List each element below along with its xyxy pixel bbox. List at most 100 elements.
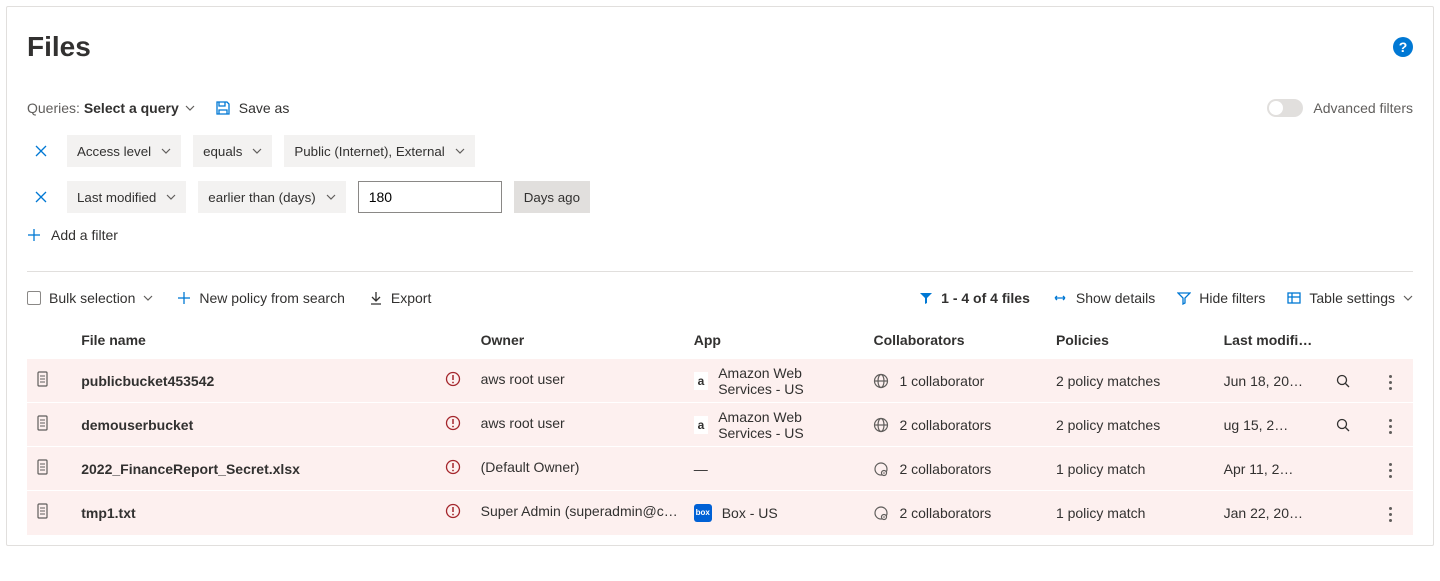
col-file-name[interactable]: File name xyxy=(73,322,437,359)
queries-picker[interactable]: Queries: Select a query xyxy=(27,100,195,116)
chevron-down-icon xyxy=(326,194,336,200)
results-count: 1 - 4 of 4 files xyxy=(919,290,1030,306)
save-icon xyxy=(215,100,231,116)
chevron-down-icon xyxy=(455,148,465,154)
bulk-selection-button[interactable]: Bulk selection xyxy=(27,290,153,306)
file-name-cell: demouserbucket xyxy=(73,403,437,447)
table-row[interactable]: publicbucket453542aws root useraAmazon W… xyxy=(27,359,1413,403)
help-icon[interactable]: ? xyxy=(1393,37,1413,57)
table-settings-button[interactable]: Table settings xyxy=(1287,290,1413,306)
table-icon xyxy=(1287,291,1301,305)
globe-icon xyxy=(873,417,889,433)
col-app[interactable]: App xyxy=(686,322,866,359)
close-icon xyxy=(35,145,47,157)
search-icon xyxy=(1335,373,1351,389)
warning-icon xyxy=(445,503,461,519)
owner-cell: Super Admin (superadmin@c… xyxy=(473,491,686,535)
chevron-down-icon xyxy=(166,194,176,200)
modified-cell: Apr 11, 2… xyxy=(1216,447,1322,491)
advanced-filters-toggle[interactable] xyxy=(1267,99,1303,117)
collab-cell: 2 collaborators xyxy=(865,403,1047,447)
file-icon xyxy=(35,503,51,519)
show-details-label: Show details xyxy=(1076,290,1155,306)
checkbox-icon xyxy=(27,291,41,305)
modified-cell: Jan 22, 20… xyxy=(1216,491,1322,535)
row-more-button[interactable] xyxy=(1377,501,1405,529)
filter-field-chip[interactable]: Access level xyxy=(67,135,181,167)
remove-filter-button[interactable] xyxy=(27,183,55,211)
filter-row: Last modified earlier than (days) Days a… xyxy=(27,181,1413,213)
filter-value-label: Public (Internet), External xyxy=(294,144,444,159)
collab-cell: 1 collaborator xyxy=(865,359,1047,403)
file-icon xyxy=(35,459,51,475)
share-icon xyxy=(873,505,889,521)
filter-op-chip[interactable]: earlier than (days) xyxy=(198,181,345,213)
col-policies[interactable]: Policies xyxy=(1048,322,1216,359)
table-row[interactable]: demouserbucket aws root useraAmazon Web S… xyxy=(27,403,1413,447)
queries-label: Queries: xyxy=(27,100,80,116)
app-cell: — xyxy=(686,447,866,491)
chevron-down-icon xyxy=(143,295,153,301)
row-search-button[interactable] xyxy=(1329,367,1357,395)
chevron-down-icon xyxy=(185,105,195,111)
save-as-button[interactable]: Save as xyxy=(215,100,290,116)
advanced-filters-label: Advanced filters xyxy=(1313,100,1413,116)
results-count-text: 1 - 4 of 4 files xyxy=(941,290,1030,306)
remove-filter-button[interactable] xyxy=(27,137,55,165)
filter-row: Access level equals Public (Internet), E… xyxy=(27,135,1413,167)
row-more-button[interactable] xyxy=(1377,412,1405,440)
plus-icon xyxy=(177,291,191,305)
file-icon xyxy=(35,415,51,431)
owner-cell: (Default Owner) xyxy=(473,447,686,491)
export-button[interactable]: Export xyxy=(369,290,431,306)
warning-icon xyxy=(445,459,461,475)
filter-outline-icon xyxy=(1177,291,1191,305)
modified-cell: Jun 18, 20… xyxy=(1216,359,1322,403)
row-more-button[interactable] xyxy=(1377,368,1405,396)
owner-cell: aws root user xyxy=(473,359,686,403)
filter-op-chip[interactable]: equals xyxy=(193,135,272,167)
policies-cell: 2 policy matches xyxy=(1048,359,1216,403)
row-search-button[interactable] xyxy=(1329,411,1357,439)
col-last-modified[interactable]: Last modifi… xyxy=(1216,322,1322,359)
queries-select-text: Select a query xyxy=(84,100,179,116)
box-icon: box xyxy=(694,504,712,522)
table-row[interactable]: 2022_FinanceReport_Secret.xlsx(Default O… xyxy=(27,447,1413,491)
app-cell: aAmazon Web Services - US xyxy=(686,403,866,447)
collab-cell: 2 collaborators xyxy=(865,491,1047,535)
new-policy-button[interactable]: New policy from search xyxy=(177,290,345,306)
modified-cell: ug 15, 2… xyxy=(1216,403,1322,447)
file-name-cell: tmp1.txt xyxy=(73,491,437,535)
add-filter-button[interactable]: Add a filter xyxy=(27,227,1413,243)
filter-unit-chip[interactable]: Days ago xyxy=(514,181,590,213)
hide-filters-button[interactable]: Hide filters xyxy=(1177,290,1265,306)
show-details-button[interactable]: Show details xyxy=(1052,290,1155,306)
col-collaborators[interactable]: Collaborators xyxy=(865,322,1047,359)
warning-icon xyxy=(445,371,461,387)
col-owner[interactable]: Owner xyxy=(473,322,686,359)
chevron-down-icon xyxy=(252,148,262,154)
app-cell: boxBox - US xyxy=(686,491,866,535)
app-cell: aAmazon Web Services - US xyxy=(686,359,866,403)
filter-value-chip[interactable]: Public (Internet), External xyxy=(284,135,474,167)
more-icon xyxy=(1389,375,1392,390)
filter-field-label: Access level xyxy=(77,144,151,159)
policies-cell: 2 policy matches xyxy=(1048,403,1216,447)
globe-icon xyxy=(873,373,889,389)
table-row[interactable]: tmp1.txt Super Admin (superadmin@c…boxBox… xyxy=(27,491,1413,535)
save-as-label: Save as xyxy=(239,100,290,116)
more-icon xyxy=(1389,463,1392,478)
chevron-down-icon xyxy=(161,148,171,154)
download-icon xyxy=(369,291,383,305)
table-settings-label: Table settings xyxy=(1309,290,1395,306)
filter-op-label: equals xyxy=(203,144,242,159)
new-policy-label: New policy from search xyxy=(199,290,345,306)
owner-cell: aws root user xyxy=(473,403,686,447)
more-icon xyxy=(1389,419,1392,434)
export-label: Export xyxy=(391,290,431,306)
page-title: Files xyxy=(27,31,91,63)
chevron-down-icon xyxy=(1403,295,1413,301)
filter-field-chip[interactable]: Last modified xyxy=(67,181,186,213)
filter-days-input[interactable] xyxy=(358,181,502,213)
row-more-button[interactable] xyxy=(1377,456,1405,484)
